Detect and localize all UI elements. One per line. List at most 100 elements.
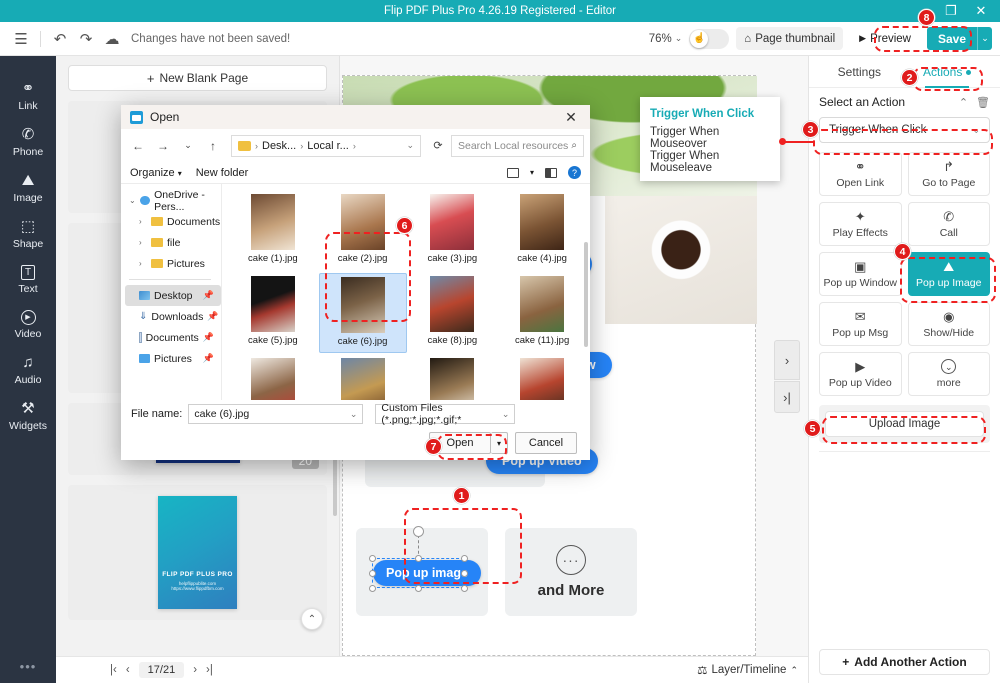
file-name-input[interactable]: cake (6).jpg ⌄ xyxy=(188,404,364,424)
action-call[interactable]: ✆ Call xyxy=(907,202,990,246)
resize-handle[interactable] xyxy=(415,555,422,562)
action-play-effects[interactable]: ✦ Play Effects xyxy=(819,202,902,246)
view-layout-icon[interactable] xyxy=(506,167,519,178)
undo-icon[interactable]: ↶ xyxy=(47,26,73,52)
open-dropdown-caret-icon[interactable]: ▾ xyxy=(491,432,508,454)
action-more[interactable]: ⌄ more xyxy=(907,352,990,396)
tree-item-downloads[interactable]: ⇓ Downloads 📌 xyxy=(125,306,221,327)
up-icon[interactable]: ↑ xyxy=(202,135,224,157)
tree-item-pictures-onedrive[interactable]: › Pictures xyxy=(125,253,221,274)
chevron-down-icon[interactable]: ▾ xyxy=(530,168,534,177)
first-page-icon[interactable]: |‹ xyxy=(110,664,117,676)
action-pop-up-window[interactable]: ▣ Pop up Window xyxy=(819,252,902,296)
rail-item-widgets[interactable]: ⚒ Widgets xyxy=(0,394,56,440)
prev-page-icon[interactable]: ‹ xyxy=(126,664,130,676)
file-item-selected[interactable]: cake (6).jpg xyxy=(318,273,407,353)
maximize-icon[interactable]: ❐ xyxy=(936,0,966,22)
action-open-link[interactable]: ⚭ Open Link xyxy=(819,152,902,196)
rail-item-shape[interactable]: ⬚ Shape xyxy=(0,212,56,258)
file-type-select[interactable]: Custom Files (*.png;*.jpg;*.gif;* ⌄ xyxy=(375,402,516,426)
file-item[interactable]: cake (12).jpg xyxy=(229,355,317,400)
menu-item-trigger-when-mouseleave[interactable]: Trigger When Mouseleave xyxy=(640,150,780,174)
rail-item-video[interactable]: ▶ Video xyxy=(0,303,56,348)
action-show-hide[interactable]: ◉ Show/Hide xyxy=(907,302,990,346)
add-another-action-button[interactable]: + Add Another Action xyxy=(819,649,990,675)
resize-handle[interactable] xyxy=(369,585,376,592)
rotation-handle[interactable] xyxy=(413,526,424,537)
scroll-to-top-button[interactable]: ⌃ xyxy=(301,608,323,630)
resize-handle[interactable] xyxy=(369,555,376,562)
redo-icon[interactable]: ↷ xyxy=(73,26,99,52)
recent-locations-icon[interactable]: ⌄ xyxy=(177,135,199,157)
search-input[interactable]: Search Local resources ⌕ xyxy=(451,134,584,157)
page-indicator[interactable]: 17/21 xyxy=(138,662,185,678)
and-more-block[interactable]: ··· and More xyxy=(505,528,637,616)
file-item[interactable]: cake (4).jpg xyxy=(498,191,586,271)
resize-handle[interactable] xyxy=(415,585,422,592)
refresh-icon[interactable]: ⟳ xyxy=(428,136,448,156)
tree-item-documents-onedrive[interactable]: › Documents xyxy=(125,211,221,232)
last-page-button[interactable]: ›| xyxy=(774,381,800,413)
help-icon[interactable]: ? xyxy=(568,166,581,179)
trigger-select[interactable]: Trigger When Click ⌄ xyxy=(819,117,990,143)
breadcrumb-caret-icon[interactable]: ⌄ xyxy=(406,140,414,151)
file-item[interactable]: cake (11).jpg xyxy=(498,273,586,353)
preview-button[interactable]: ▶ Preview xyxy=(850,27,920,50)
tree-item-pictures[interactable]: Pictures 📌 xyxy=(125,348,221,369)
rail-more-icon[interactable]: ••• xyxy=(20,659,37,674)
save-button-group[interactable]: Save ⌄ xyxy=(926,27,992,50)
menu-item-trigger-when-mouseover[interactable]: Trigger When Mouseover xyxy=(640,126,780,150)
new-folder-button[interactable]: New folder xyxy=(196,167,249,179)
organize-button[interactable]: Organize ▾ xyxy=(130,167,182,179)
rail-item-image[interactable]: ⛰ Image xyxy=(0,166,56,212)
action-pop-up-video[interactable]: ▶ Pop up Video xyxy=(819,352,902,396)
breadcrumb[interactable]: › Desk... › Local r... › ⌄ xyxy=(231,134,421,157)
breadcrumb-item-local-resources[interactable]: Local r... xyxy=(307,140,349,152)
action-pop-up-msg[interactable]: ✉ Pop up Msg xyxy=(819,302,902,346)
tab-settings[interactable]: Settings xyxy=(838,65,881,79)
hand-tool-toggle[interactable]: ☝ xyxy=(689,28,730,49)
zoom-control[interactable]: 76% ⌄ xyxy=(649,33,683,45)
last-page-icon[interactable]: ›| xyxy=(206,664,213,676)
close-icon[interactable]: ✕ xyxy=(966,0,996,22)
resize-handle[interactable] xyxy=(461,585,468,592)
tree-item-documents[interactable]: Documents 📌 xyxy=(125,327,221,348)
menu-item-trigger-when-click[interactable]: Trigger When Click xyxy=(640,102,780,126)
action-pop-up-image[interactable]: ⛰ Pop up Image xyxy=(907,252,990,296)
file-item[interactable]: cake (15).jpg xyxy=(498,355,586,400)
resize-handle[interactable] xyxy=(461,570,468,577)
rail-item-phone[interactable]: ✆ Phone xyxy=(0,120,56,166)
next-page-icon[interactable]: › xyxy=(193,664,197,676)
forward-icon[interactable]: → xyxy=(152,135,174,157)
file-item[interactable]: cake (13).jpg xyxy=(319,355,407,400)
layer-timeline-button[interactable]: ⚖ Layer/Timeline ⌃ xyxy=(697,663,798,677)
page-thumbnail-button[interactable]: ⌂ Page thumbnail xyxy=(736,27,844,50)
next-page-button[interactable]: › xyxy=(774,340,800,380)
rail-item-audio[interactable]: ♫ Audio xyxy=(0,348,56,394)
back-icon[interactable]: ← xyxy=(127,135,149,157)
trash-icon[interactable]: 🗑 xyxy=(976,96,990,109)
preview-pane-icon[interactable] xyxy=(545,167,557,178)
file-item[interactable]: cake (5).jpg xyxy=(229,273,317,353)
close-icon[interactable]: ✕ xyxy=(561,109,581,126)
collapse-icon[interactable]: ⌃ xyxy=(959,96,968,109)
resize-handle[interactable] xyxy=(369,570,376,577)
action-go-to-page[interactable]: ↱ Go to Page xyxy=(907,152,990,196)
file-item[interactable]: cake (8).jpg xyxy=(409,273,497,353)
breadcrumb-item-desktop[interactable]: Desk... xyxy=(262,140,296,152)
file-list-scrollbar[interactable] xyxy=(584,242,588,347)
tree-item-onedrive[interactable]: ⌄ OneDrive - Pers... xyxy=(125,189,221,213)
file-item[interactable]: cake (1).jpg xyxy=(229,191,317,271)
file-item[interactable]: cake (2).jpg xyxy=(319,191,407,271)
tree-item-file[interactable]: › file xyxy=(125,232,221,253)
new-blank-page-button[interactable]: + New Blank Page xyxy=(68,65,327,91)
tab-actions[interactable]: Actions xyxy=(923,65,972,88)
thumbnail-card-cover[interactable]: FLIP PDF PLUS PRO helpflippublite.com ht… xyxy=(68,485,327,620)
file-item[interactable]: cake (14).jpg xyxy=(409,355,497,400)
rail-item-link[interactable]: ⚭ Link xyxy=(0,74,56,120)
cloud-save-icon[interactable]: ☁ xyxy=(99,26,125,52)
save-button[interactable]: Save xyxy=(926,27,977,50)
save-dropdown-caret-icon[interactable]: ⌄ xyxy=(977,27,992,50)
tree-item-desktop[interactable]: Desktop 📌 xyxy=(125,285,221,306)
cancel-button[interactable]: Cancel xyxy=(515,432,577,454)
